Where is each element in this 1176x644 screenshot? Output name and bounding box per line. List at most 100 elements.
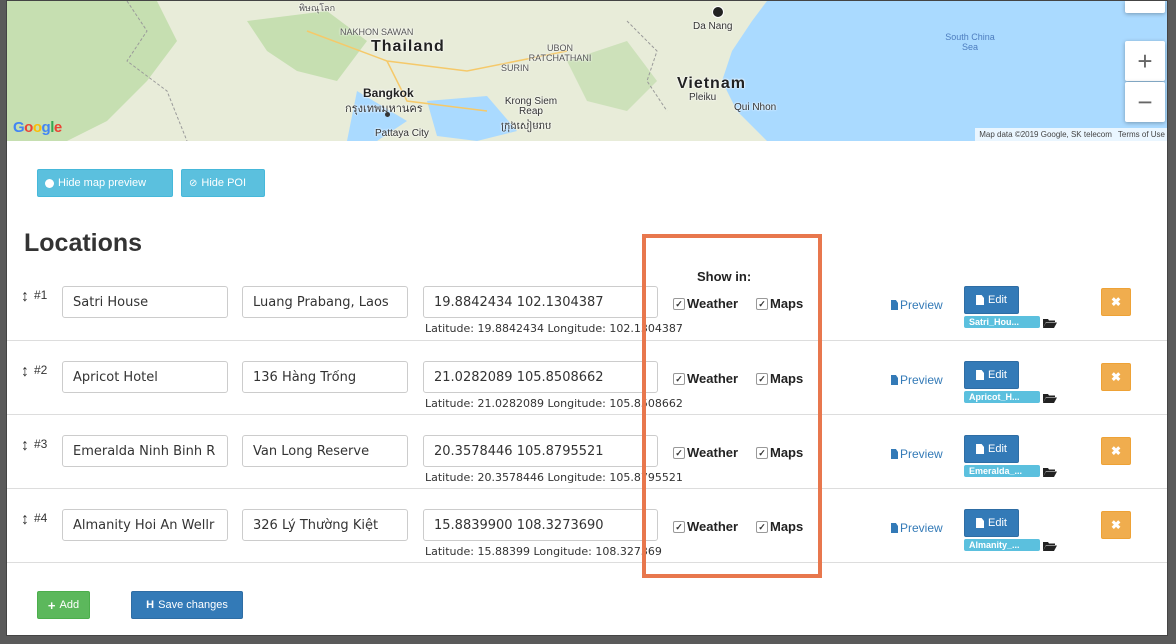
- hide-poi-button[interactable]: ⊘ Hide POI: [181, 169, 265, 197]
- divider: [7, 562, 1167, 563]
- file-icon: [891, 375, 898, 385]
- checkbox-checked-icon: ✓: [673, 372, 685, 385]
- maps-checkbox[interactable]: ✓ Maps: [756, 445, 803, 460]
- drag-handle-icon[interactable]: ↕: [21, 363, 29, 381]
- weather-checkbox[interactable]: ✓ Weather: [673, 519, 738, 534]
- preview-link[interactable]: Preview: [891, 298, 943, 312]
- checkbox-checked-icon: ✓: [756, 520, 768, 533]
- preview-link[interactable]: Preview: [891, 373, 943, 387]
- maps-label: Maps: [770, 445, 804, 460]
- latlong-input[interactable]: [423, 509, 658, 541]
- folder-open-icon[interactable]: [1043, 318, 1057, 328]
- map-label-surin: SURIN: [501, 63, 530, 73]
- maps-checkbox[interactable]: ✓ Maps: [756, 296, 803, 311]
- close-icon: ✖: [1110, 518, 1122, 532]
- file-tag[interactable]: Emeralda_...: [964, 465, 1040, 477]
- weather-label: Weather: [687, 296, 739, 311]
- preview-link[interactable]: Preview: [891, 447, 943, 461]
- latlong-input[interactable]: [423, 435, 658, 467]
- map-label-krong-khmer: ក្រុងសៀមរាប: [501, 121, 552, 132]
- location-address-input[interactable]: [242, 286, 408, 318]
- map-label-danang: Da Nang: [693, 21, 733, 32]
- zoom-in-button[interactable]: +: [1125, 41, 1165, 81]
- row-number: #3: [34, 437, 48, 451]
- latlong-input[interactable]: [423, 286, 658, 318]
- latlong-info: Latitude: 15.88399 Longitude: 108.327369: [425, 545, 662, 558]
- close-icon: ✖: [1110, 370, 1122, 384]
- maps-checkbox[interactable]: ✓ Maps: [756, 519, 803, 534]
- plus-icon: +: [47, 597, 56, 613]
- location-row: ↕ #1 Latitude: 19.8842434 Longitude: 102…: [7, 266, 1167, 340]
- edit-button[interactable]: Edit: [964, 509, 1019, 537]
- location-row: ↕ #2 Latitude: 21.0282089 Longitude: 105…: [7, 340, 1167, 414]
- location-address-input[interactable]: [242, 509, 408, 541]
- app-frame: พิษณุโลก NAKHON SAWAN Thailand UBON RATC…: [6, 0, 1168, 636]
- delete-button[interactable]: ✖: [1101, 437, 1131, 465]
- weather-checkbox[interactable]: ✓ Weather: [673, 371, 738, 386]
- map-label-thailand: Thailand: [371, 38, 445, 55]
- maps-checkbox[interactable]: ✓ Maps: [756, 371, 803, 386]
- folder-open-icon[interactable]: [1043, 541, 1057, 551]
- drag-handle-icon[interactable]: ↕: [21, 437, 29, 455]
- document-icon: [976, 295, 985, 305]
- row-number: #4: [34, 511, 48, 525]
- edit-button[interactable]: Edit: [964, 361, 1019, 389]
- latlong-info: Latitude: 19.8842434 Longitude: 102.1304…: [425, 322, 683, 335]
- hide-map-preview-button[interactable]: Hide map preview: [37, 169, 173, 197]
- delete-button[interactable]: ✖: [1101, 288, 1131, 316]
- drag-handle-icon[interactable]: ↕: [21, 288, 29, 306]
- file-tag[interactable]: Satri_Hou...: [964, 316, 1040, 328]
- map-label-quinhon: Qui Nhon: [734, 102, 777, 113]
- latlong-input[interactable]: [423, 361, 658, 393]
- location-row: ↕ #3 Latitude: 20.3578446 Longitude: 105…: [7, 414, 1167, 488]
- map-label-ubon: UBON RATCHATHANI: [528, 43, 592, 63]
- delete-button[interactable]: ✖: [1101, 511, 1131, 539]
- folder-open-icon[interactable]: [1043, 467, 1057, 477]
- close-icon: ✖: [1110, 444, 1122, 458]
- map-label-pleiku: Pleiku: [689, 92, 717, 103]
- map-preview[interactable]: พิษณุโลก NAKHON SAWAN Thailand UBON RATC…: [7, 1, 1167, 141]
- route-marker-icon: [712, 6, 724, 18]
- location-name-input[interactable]: [62, 286, 228, 318]
- hide-poi-label: Hide POI: [201, 177, 247, 189]
- map-attribution: Map data ©2019 Google, SK telecom Terms …: [975, 128, 1167, 141]
- add-location-button[interactable]: + Add: [37, 591, 90, 619]
- bangkok-dot-icon: [385, 112, 390, 117]
- maps-label: Maps: [770, 371, 804, 386]
- location-row: ↕ #4 Latitude: 15.88399 Longitude: 108.3…: [7, 488, 1167, 562]
- location-address-input[interactable]: [242, 361, 408, 393]
- maps-label: Maps: [770, 296, 804, 311]
- checkbox-checked-icon: ✓: [756, 297, 768, 310]
- eye-slash-icon: ⊘: [189, 177, 198, 189]
- latlong-info: Latitude: 21.0282089 Longitude: 105.8508…: [425, 397, 683, 410]
- map-control-top[interactable]: [1125, 1, 1165, 13]
- map-label-pattaya: Pattaya City: [375, 128, 429, 139]
- weather-checkbox[interactable]: ✓ Weather: [673, 296, 738, 311]
- delete-button[interactable]: ✖: [1101, 363, 1131, 391]
- map-data-text: Map data ©2019 Google, SK telecom: [979, 130, 1112, 139]
- terms-link[interactable]: Terms of Use: [1118, 130, 1165, 139]
- preview-link[interactable]: Preview: [891, 521, 943, 535]
- google-logo: Google: [13, 119, 62, 136]
- hide-map-preview-label: Hide map preview: [58, 177, 147, 189]
- globe-icon: [45, 178, 54, 188]
- edit-button[interactable]: Edit: [964, 435, 1019, 463]
- edit-button[interactable]: Edit: [964, 286, 1019, 314]
- weather-label: Weather: [687, 445, 739, 460]
- location-name-input[interactable]: [62, 435, 228, 467]
- weather-checkbox[interactable]: ✓ Weather: [673, 445, 738, 460]
- location-name-input[interactable]: [62, 509, 228, 541]
- file-tag[interactable]: Apricot_H...: [964, 391, 1040, 403]
- save-changes-button[interactable]: H Save changes: [131, 591, 243, 619]
- folder-open-icon[interactable]: [1043, 393, 1057, 403]
- file-tag[interactable]: Almanity_...: [964, 539, 1040, 551]
- drag-handle-icon[interactable]: ↕: [21, 511, 29, 529]
- map-label-top: พิษณุโลก: [299, 3, 336, 13]
- file-icon: [891, 523, 898, 533]
- location-name-input[interactable]: [62, 361, 228, 393]
- latlong-info: Latitude: 20.3578446 Longitude: 105.8795…: [425, 471, 683, 484]
- page-title: Locations: [24, 229, 143, 257]
- row-number: #2: [34, 363, 48, 377]
- zoom-out-button[interactable]: −: [1125, 82, 1165, 122]
- location-address-input[interactable]: [242, 435, 408, 467]
